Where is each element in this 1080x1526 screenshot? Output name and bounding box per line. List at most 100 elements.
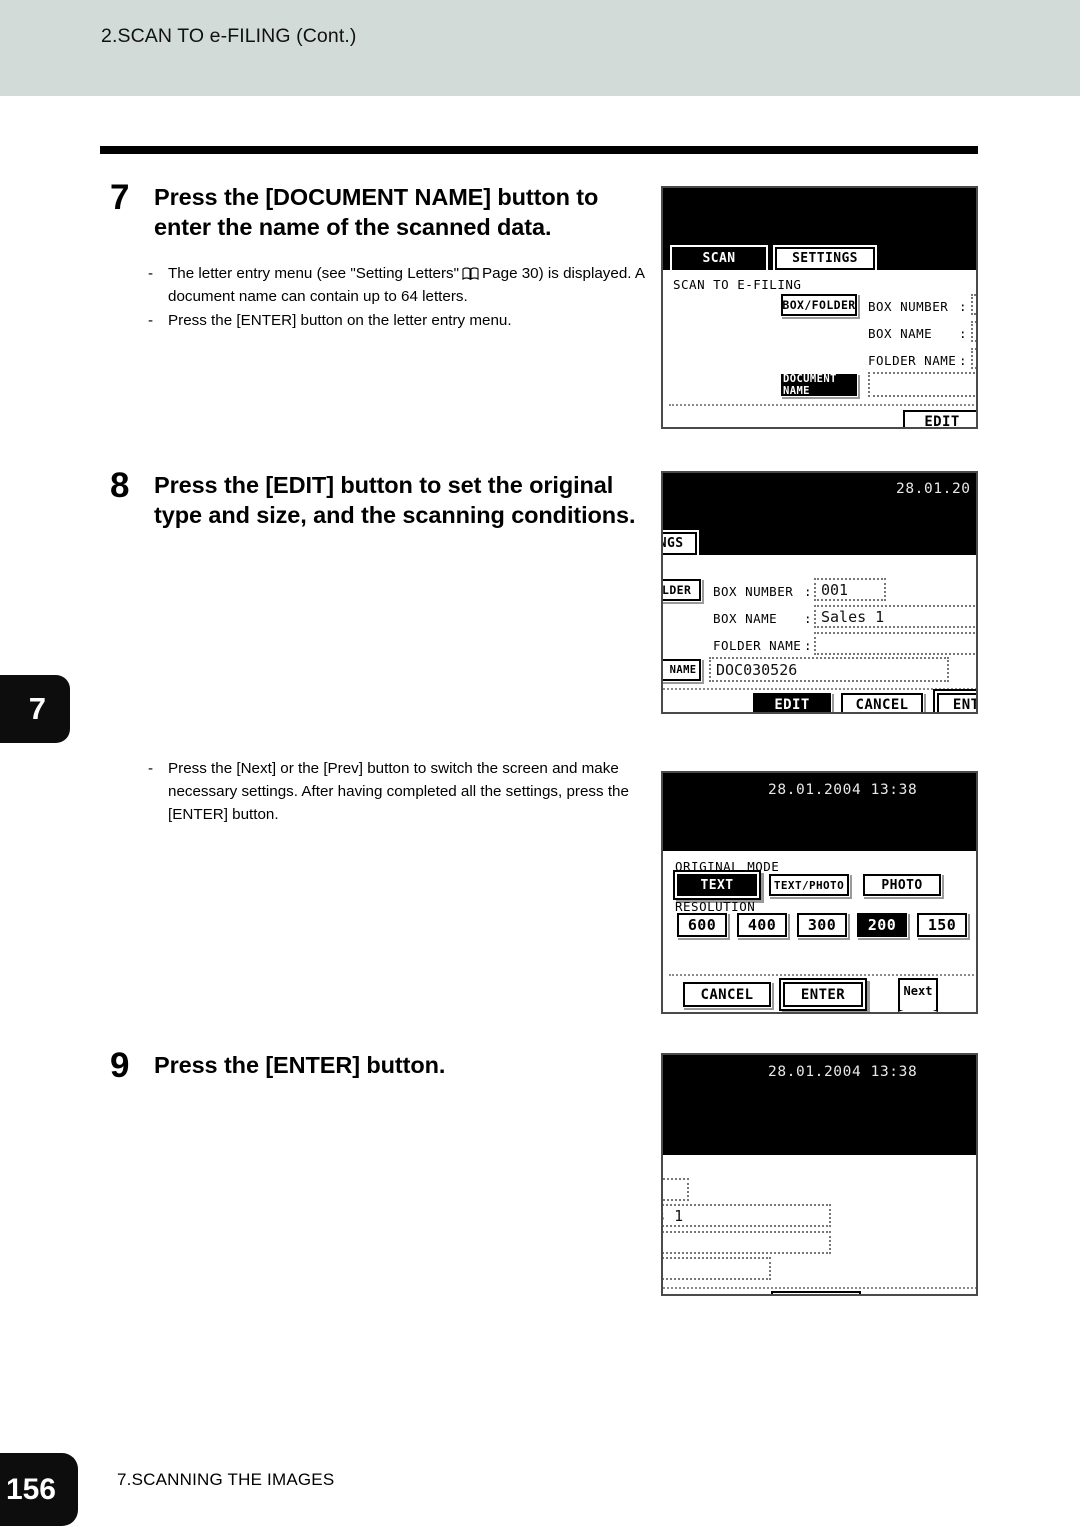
original-mode-text-label: TEXT [700,877,734,893]
enter-label: ENTER [952,697,976,713]
panel2-box-name-colon: : [804,611,813,626]
original-mode-photo-label: PHOTO [881,877,923,893]
footer-section-title: 7.SCANNING THE IMAGES [117,1470,335,1489]
lcd-panel-confirm-enter[interactable]: 28.01.2004 13:38 1 les 1 CANCEL ENTER [661,1053,978,1296]
bullet-dash: - [148,760,154,777]
footer-page-tab: 156 [0,1453,78,1526]
tab-settings-label: SETTINGS [792,251,858,266]
panel1-box-number-label: BOX NUMBER [868,299,949,314]
step-7-heading: Press the [DOCUMENT NAME] button to ente… [154,184,599,241]
original-mode-label: ORIGINAL MODE [675,859,780,874]
panel2-box-number-label: BOX NUMBER [713,584,794,599]
next-label: Next [903,984,933,998]
panel4-box-name-value: les 1 [663,1206,684,1225]
step-7-bullets: - The letter entry menu (see "Setting Le… [140,262,660,333]
step-9-heading: Press the [ENTER] button. [154,1052,446,1078]
panel1-box-number-field[interactable]: 0 [971,294,976,315]
bullet-text: Press the [ENTER] button on the letter e… [168,312,512,330]
resolution-label: RESOLUTION [675,899,756,914]
box-folder-label: BOX/FOLDER [782,298,856,312]
edit-button[interactable]: EDIT [903,410,976,429]
document-name-button[interactable]: NT NAME [663,659,701,681]
panel3-divider [669,974,976,976]
list-item: - Press the [ENTER] button on the letter… [140,309,660,332]
panel1-screen-title: SCAN TO E-FILING [673,277,802,292]
book-icon [462,264,479,281]
panel1-document-name-field[interactable] [868,372,976,397]
resolution-150-button[interactable]: 150 [917,913,967,937]
panel2-box-number-field[interactable]: 001 [814,578,886,601]
tab-scan[interactable]: SCAN [672,247,766,270]
panel4-clock: 28.01.2004 13:38 [768,1064,918,1080]
panel2-box-name-field[interactable]: Sales 1 [814,605,976,628]
tab-settings[interactable]: SETTINGS [775,247,875,270]
page-number: 156 [5,1472,56,1506]
panel4-document-name-field[interactable] [663,1257,771,1280]
cancel-button[interactable]: CANCEL [683,982,771,1007]
panel1-box-name-field[interactable]: Sa [971,321,976,342]
panel1-box-name-colon: : [959,326,968,341]
box-folder-button[interactable]: OLDER [663,579,701,601]
original-mode-photo-button[interactable]: PHOTO [863,874,941,896]
enter-button[interactable]: ENTER [775,1295,857,1296]
panel3-clock: 28.01.2004 13:38 [768,782,918,798]
document-name-button[interactable]: DOCUMENT NAME [781,373,857,397]
panel1-folder-name-field[interactable] [971,348,976,369]
edit-label: EDIT [774,697,810,713]
lcd-panel-scan-to-efiling[interactable]: SCAN SETTINGS SCAN TO E-FILING BOX/FOLDE… [661,186,978,429]
panel1-box-number-colon: : [959,299,968,314]
original-mode-textphoto-label: TEXT/PHOTO [773,878,845,892]
list-item: - Press the [Next] or the [Prev] button … [140,757,660,826]
lcd-panel-scan-to-efiling-filled[interactable]: 28.01.20 INGS OLDER BOX NUMBER : 001 BOX… [661,471,978,714]
resolution-200-label: 200 [867,916,897,934]
panel2-box-name-value: Sales 1 [821,607,885,626]
enter-label: ENTER [800,986,846,1003]
panel2-divider [663,688,976,690]
enter-button[interactable]: ENTER [783,982,863,1007]
tab-scan-label: SCAN [702,251,736,266]
header-divider-rule [100,146,978,154]
panel2-folder-name-label: FOLDER NAME [713,638,802,653]
edit-label: EDIT [924,414,960,429]
bullet-text-pre: The letter entry menu (see "Setting Lett… [168,265,460,282]
lcd-panel-original-mode[interactable]: 28.01.2004 13:38 ORIGINAL MODE TEXT TEXT… [661,771,978,1014]
resolution-200-button[interactable]: 200 [857,913,907,937]
document-name-clipped-label: NT NAME [663,664,697,676]
panel4-box-number-field[interactable]: 1 [663,1178,689,1201]
panel1-folder-name-label: FOLDER NAME [868,353,957,368]
panel1-divider [669,404,976,406]
panel4-folder-name-field[interactable] [663,1231,831,1254]
panel2-box-number-value: 001 [821,580,849,599]
panel2-document-name-field[interactable]: DOC030526 [709,657,949,682]
resolution-600-button[interactable]: 600 [677,913,727,937]
resolution-300-button[interactable]: 300 [797,913,847,937]
bullet-text: Press the [Next] or the [Prev] button to… [168,760,629,824]
original-mode-textphoto-button[interactable]: TEXT/PHOTO [769,874,849,896]
tab-settings-clipped-label: INGS [663,536,684,551]
chapter-tab-number: 7 [28,691,46,726]
panel2-clock: 28.01.20 [896,481,971,497]
original-mode-text-button[interactable]: TEXT [677,874,757,896]
panel2-document-name-value: DOC030526 [716,660,798,679]
document-name-label: DOCUMENT NAME [783,373,837,397]
chapter-tab: 7 [0,675,70,743]
panel1-box-name-label: BOX NAME [868,326,933,341]
list-item: - The letter entry menu (see "Setting Le… [140,262,660,308]
panel2-box-number-colon: : [804,584,813,599]
panel2-box-name-label: BOX NAME [713,611,778,626]
box-folder-button[interactable]: BOX/FOLDER [781,294,857,316]
cancel-label: CANCEL [855,697,909,713]
step-7-number: 7 [110,178,130,217]
tab-settings-clipped[interactable]: INGS [663,532,697,555]
next-button[interactable]: Next [898,978,938,1012]
enter-button[interactable]: ENTER [937,693,976,713]
resolution-400-button[interactable]: 400 [737,913,787,937]
step-9-number: 9 [110,1046,130,1085]
step-8-heading: Press the [EDIT] button to set the origi… [154,472,636,529]
edit-button[interactable]: EDIT [753,693,831,713]
cancel-button[interactable]: CANCEL [841,693,923,713]
panel4-box-name-field[interactable]: les 1 [663,1204,831,1227]
running-title: 2.SCAN TO e-FILING (Cont.) [101,25,357,47]
panel2-folder-name-field[interactable] [814,632,976,655]
cancel-button[interactable]: CANCEL [675,1295,763,1296]
